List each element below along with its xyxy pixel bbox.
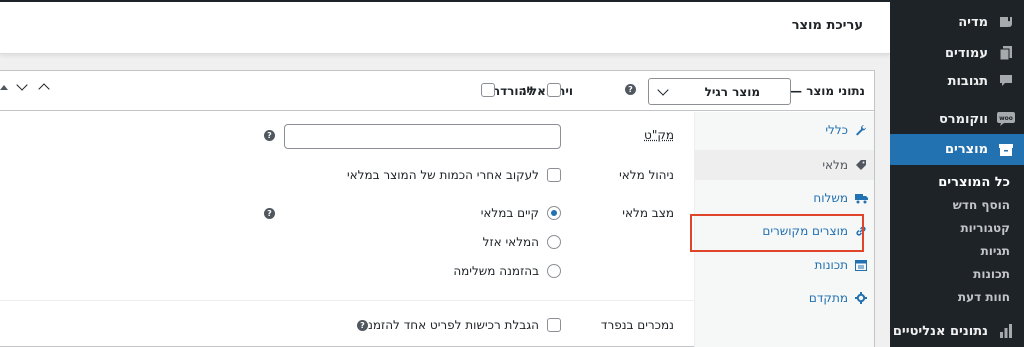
tab-label: מתקדם	[809, 291, 848, 305]
chevron-down-icon	[657, 84, 668, 95]
manage-stock-label: ניהול מלאי	[619, 168, 674, 182]
media-icon	[988, 14, 1024, 30]
manage-stock-description: לעקוב אחרי הכמות של המוצר במלאי	[347, 168, 539, 182]
submenu-add-new[interactable]: הוסף חדש	[953, 198, 1010, 212]
menu-item-pages[interactable]: עמודים	[890, 38, 1024, 68]
menu-label: עמודים	[945, 46, 988, 61]
admin-sidebar: מדיה עמודים תגובות woo ווקומרס מוצרים כל…	[890, 0, 1024, 347]
panel-header: נתוני מוצר — מוצר רגיל ? וירטואלי: להורד…	[0, 71, 875, 111]
tab-general[interactable]: כללי	[694, 115, 874, 145]
menu-item-media[interactable]: מדיה	[890, 7, 1024, 37]
sku-label: מק"ט	[644, 128, 674, 142]
stock-help-icon[interactable]: ?	[264, 208, 275, 219]
divider	[0, 300, 695, 301]
menu-item-comments[interactable]: תגובות	[890, 66, 1024, 96]
help-icon[interactable]: ?	[625, 84, 636, 95]
product-type-select[interactable]: מוצר רגיל	[648, 78, 791, 105]
analytics-icon	[988, 324, 1024, 338]
download-checkbox[interactable]	[481, 83, 495, 97]
stock-radio-outofstock[interactable]	[547, 235, 561, 249]
submenu-categories[interactable]: קטגוריות	[960, 221, 1010, 235]
stock-option-label: קיים במלאי	[481, 206, 539, 220]
tab-label: כללי	[825, 123, 848, 137]
submenu-tags[interactable]: תגיות	[981, 244, 1010, 258]
tag-icon	[848, 159, 874, 171]
woo-icon: woo	[988, 112, 1024, 126]
stock-status-label: מצב מלאי	[622, 206, 674, 220]
sold-individually-description: הגבלת רכישות לפריט אחד להזמנה	[360, 318, 539, 332]
tab-shipping[interactable]: משלוח	[694, 183, 874, 213]
pages-icon	[988, 45, 1024, 61]
move-up-icon[interactable]	[38, 83, 49, 94]
virtual-checkbox[interactable]	[547, 83, 561, 97]
sold-help-icon[interactable]: ?	[357, 320, 368, 331]
tab-advanced[interactable]: מתקדם	[694, 283, 874, 313]
product-type-value: מוצר רגיל	[705, 85, 760, 99]
gear-icon	[848, 292, 874, 304]
active-indicator	[882, 141, 890, 157]
top-bar	[0, 0, 890, 2]
wrench-icon	[848, 124, 874, 136]
sold-individually-label: נמכרים בנפרד	[601, 318, 674, 332]
comments-icon	[988, 74, 1024, 88]
tab-label: מלאי	[822, 158, 848, 172]
tab-label: תכונות	[815, 258, 848, 272]
tab-inventory[interactable]: מלאי	[694, 150, 874, 180]
menu-label: ווקומרס	[939, 112, 988, 127]
svg-text:woo: woo	[999, 115, 1013, 122]
page-header: עריכת מוצר	[0, 0, 890, 54]
truck-icon	[848, 193, 874, 204]
page-title: עריכת מוצר	[792, 18, 863, 33]
panel-title: נתוני מוצר —	[790, 84, 865, 98]
sold-individually-checkbox[interactable]	[547, 318, 561, 332]
menu-label: מוצרים	[945, 142, 988, 157]
menu-label: מדיה	[958, 15, 988, 30]
move-down-icon[interactable]	[16, 79, 27, 90]
products-icon	[988, 143, 1024, 157]
submenu-attributes[interactable]: תכונות	[973, 267, 1010, 281]
submenu-reviews[interactable]: חוות דעת	[958, 290, 1010, 304]
stock-option-label: בהזמנה משלימה	[453, 264, 539, 278]
menu-item-woocommerce[interactable]: woo ווקומרס	[890, 104, 1024, 134]
stock-radio-instock[interactable]	[547, 206, 561, 220]
submenu-all-products[interactable]: כל המוצרים	[938, 175, 1010, 190]
manage-stock-checkbox[interactable]	[547, 168, 561, 182]
menu-item-analytics[interactable]: נתונים אנליטיים	[890, 316, 1024, 346]
collapse-icon[interactable]	[0, 85, 8, 90]
sku-help-icon[interactable]: ?	[264, 130, 275, 141]
tab-label: משלוח	[813, 191, 848, 205]
tab-attributes[interactable]: תכונות	[694, 250, 874, 280]
sku-input[interactable]	[284, 124, 561, 149]
menu-item-products[interactable]: מוצרים	[890, 134, 1024, 165]
product-data-panel: נתוני מוצר — מוצר רגיל ? וירטואלי: להורד…	[0, 70, 875, 347]
table-icon	[848, 260, 874, 271]
menu-label: נתונים אנליטיים	[893, 324, 988, 339]
stock-radio-backorder[interactable]	[547, 264, 561, 278]
tab-highlight-box	[690, 214, 864, 252]
menu-label: תגובות	[948, 74, 988, 89]
stock-option-label: המלאי אזל	[483, 235, 539, 249]
